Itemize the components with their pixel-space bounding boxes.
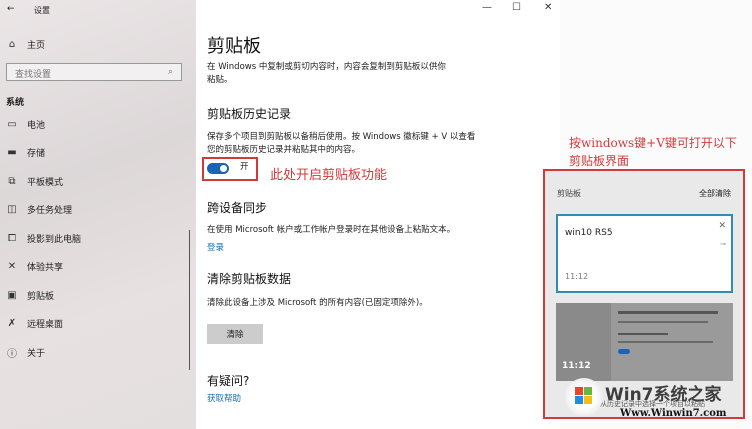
close-icon[interactable]: ✕ (718, 221, 726, 231)
item-time: 11:12 (562, 361, 591, 371)
panel-annotation-1: 按windows键+V键可打开以下 (569, 136, 737, 150)
sidebar-item-info[interactable]: ⓘ 关于 (0, 341, 190, 363)
clear-button[interactable]: 清除 (207, 324, 263, 344)
storage-icon: ▬ (7, 147, 17, 158)
windows-logo-icon (565, 378, 603, 416)
clear-heading: 清除剪贴板数据 (207, 272, 292, 286)
help-heading: 有疑问? (207, 374, 250, 388)
sidebar-item-remote[interactable]: ✗ 远程桌面 (0, 313, 190, 335)
minimize-button[interactable]: — (482, 2, 492, 13)
sidebar-item-label: 剪贴板 (27, 291, 55, 302)
sidebar-item-label: 远程桌面 (27, 320, 64, 330)
watermark-url: Www.Winwin7.com (620, 408, 727, 419)
sidebar-item-label: 投影到此电脑 (27, 234, 82, 245)
sign-in-link[interactable]: 登录 (207, 241, 224, 253)
page-title: 剪贴板 (207, 36, 261, 57)
toggle-label: 开 (240, 162, 249, 172)
item-text: win10 RS5 (565, 228, 613, 238)
sidebar-item-project[interactable]: ⧠ 投影到此电脑 (0, 227, 190, 249)
sidebar-item-tablet[interactable]: ⧉ 平板模式 (0, 170, 190, 192)
watermark-brand: Win7系统之家 (605, 385, 722, 405)
get-help-link[interactable]: 获取帮助 (207, 392, 241, 404)
search-input[interactable]: 查找设置 ⌕ (6, 63, 182, 81)
history-toggle[interactable] (207, 163, 229, 174)
panel-title: 剪贴板 (557, 189, 581, 198)
history-heading: 剪贴板历史记录 (207, 107, 292, 121)
sidebar-item-share[interactable]: ✕ 体验共享 (0, 256, 190, 278)
clipboard-item-image[interactable]: 11:12 (556, 303, 733, 381)
search-icon: ⌕ (167, 67, 173, 77)
sidebar-item-battery[interactable]: ▭ 电池 (0, 113, 190, 135)
multitask-icon: ◫ (7, 204, 17, 215)
back-icon[interactable]: ← (7, 4, 15, 14)
maximize-button[interactable]: ☐ (512, 2, 521, 13)
pin-icon[interactable]: ⊸ (720, 240, 726, 248)
clipboard-item[interactable]: win10 RS5 ✕ ⊸ 11:12 (556, 214, 733, 293)
sidebar-item-label: 关于 (27, 348, 46, 359)
sidebar-item-storage[interactable]: ▬ 存储 (0, 142, 190, 164)
scrollbar[interactable] (189, 230, 190, 370)
home-icon: ⌂ (8, 38, 16, 50)
window-title: 设置 (34, 6, 50, 15)
section-heading: 系统 (6, 98, 25, 108)
sidebar: ← 设置 ⌂ 主页 查找设置 ⌕ 系统 ▭ 电池 ▬ 存储 ⧉ 平板模式 ◫ 多任务处理 ⧠ 投影到此… (0, 0, 196, 429)
clear-desc: 清除此设备上涉及 Microsoft 的所有内容(已固定项除外)。 (207, 298, 428, 308)
clipboard-icon: ▣ (7, 289, 17, 301)
sidebar-item-label: 体验共享 (27, 263, 64, 273)
info-icon: ⓘ (7, 348, 17, 360)
project-icon: ⧠ (8, 232, 16, 244)
sidebar-item-home[interactable]: ⌂ 主页 (0, 33, 190, 55)
share-icon: ✕ (7, 261, 17, 272)
clear-all-button[interactable]: 全部清除 (699, 188, 731, 199)
remote-icon: ✗ (7, 318, 17, 329)
history-desc: 保存多个项目到剪贴板以备稍后使用。按 Windows 徽标键 + V 以查看您的… (207, 132, 476, 155)
sidebar-item-clipboard[interactable]: ▣ 剪贴板 (0, 284, 190, 306)
search-placeholder: 查找设置 (15, 70, 52, 80)
intro-text: 在 Windows 中复制或剪切内容时，内容会复制到剪贴板以供你粘贴。 (207, 62, 446, 85)
panel-annotation-2: 剪贴板界面 (569, 154, 630, 168)
item-time: 11:12 (565, 272, 589, 281)
battery-icon: ▭ (7, 118, 17, 130)
close-button[interactable]: ✕ (544, 2, 552, 13)
toggle-annotation: 此处开启剪贴板功能 (270, 168, 388, 183)
sidebar-item-label: 存储 (27, 149, 46, 159)
sidebar-item-label: 平板模式 (27, 177, 64, 188)
sync-heading: 跨设备同步 (207, 201, 268, 215)
sidebar-item-multitask[interactable]: ◫ 多任务处理 (0, 199, 190, 221)
sidebar-item-label: 电池 (27, 120, 46, 131)
tablet-icon: ⧉ (8, 175, 16, 187)
home-label: 主页 (27, 40, 46, 51)
sidebar-item-label: 多任务处理 (27, 206, 73, 216)
sync-desc: 在使用 Microsoft 帐户或工作帐户登录时在其他设备上粘贴文本。 (207, 225, 456, 235)
